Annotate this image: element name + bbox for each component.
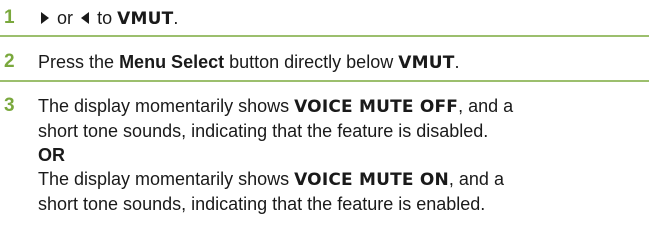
divider	[0, 35, 649, 37]
menu-select-button-name: Menu Select	[119, 52, 225, 72]
step-line: The display momentarily shows VOICE MUTE…	[38, 167, 638, 192]
step-number: 1	[4, 7, 15, 28]
period: .	[454, 52, 460, 72]
step-line: The display momentarily shows VOICE MUTE…	[38, 94, 638, 119]
display-sentence-prefix: The display momentarily shows	[38, 96, 290, 116]
divider	[0, 80, 649, 82]
period: .	[173, 8, 179, 28]
step-middle: button directly below	[229, 52, 394, 72]
or-text: OR	[38, 145, 65, 165]
right-arrow-icon	[38, 11, 52, 25]
display-sentence-prefix: The display momentarily shows	[38, 169, 290, 189]
or-label: OR	[38, 143, 638, 167]
display-voice-mute-off: VOICE MUTE OFF	[294, 97, 459, 117]
step-text: The display momentarily shows VOICE MUTE…	[38, 94, 638, 216]
display-item-vmut: VMUT	[117, 9, 174, 29]
sentence-suffix: , and a	[448, 169, 504, 189]
or-word: or	[57, 8, 74, 28]
step-text: Press the Menu Select button directly be…	[38, 50, 638, 75]
step-number: 3	[4, 95, 15, 116]
step-line: short tone sounds, indicating that the f…	[38, 194, 486, 214]
display-item-vmut: VMUT	[398, 53, 455, 73]
sentence-suffix: , and a	[458, 96, 514, 116]
step-number: 2	[4, 51, 15, 72]
display-voice-mute-on: VOICE MUTE ON	[294, 170, 449, 190]
left-arrow-icon	[78, 11, 92, 25]
to-word: to	[97, 8, 113, 28]
step-line: short tone sounds, indicating that the f…	[38, 121, 489, 141]
step-text: or to VMUT.	[38, 6, 638, 31]
step-prefix: Press the	[38, 52, 115, 72]
